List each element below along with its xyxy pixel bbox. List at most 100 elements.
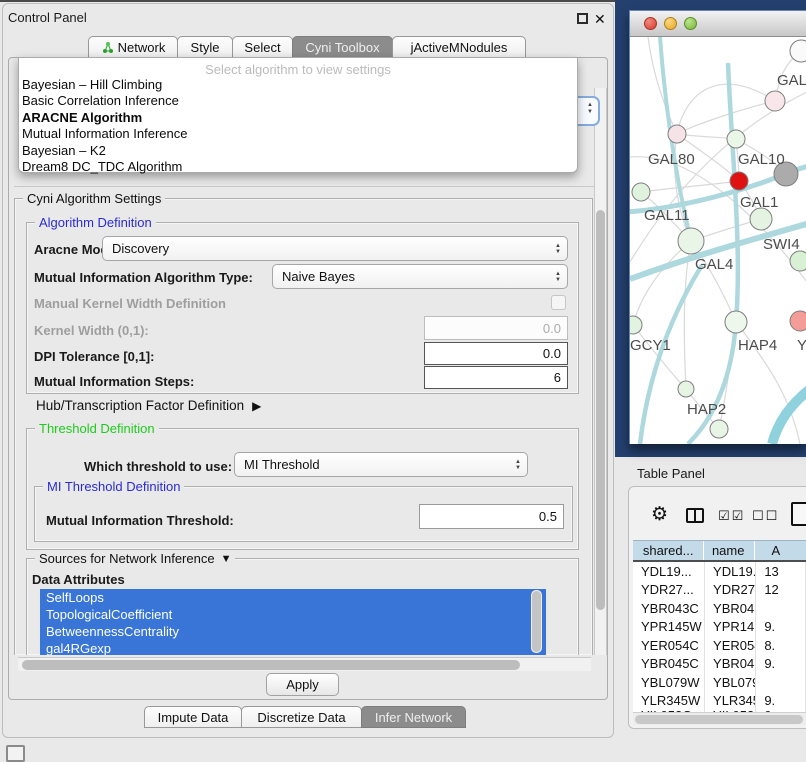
- node-attribute-table[interactable]: shared... name A YDL19... YDL19... 13 YD…: [633, 540, 806, 720]
- hub-tf-section-toggle[interactable]: Hub/Transcription Factor Definition ▶: [36, 398, 261, 413]
- node-salmon[interactable]: [790, 311, 806, 331]
- cell[interactable]: [756, 673, 806, 692]
- mi-steps-field[interactable]: 6: [424, 366, 568, 389]
- list-scrollbar[interactable]: [531, 590, 542, 653]
- tab-style[interactable]: Style: [177, 36, 233, 58]
- algo-item-bayesian-hill[interactable]: Bayesian – Hill Climbing: [19, 77, 577, 93]
- cell[interactable]: YBR045C: [633, 655, 705, 674]
- node-gal10[interactable]: [727, 130, 745, 148]
- scrollbar-thumb[interactable]: [596, 210, 605, 610]
- tab-network[interactable]: Network: [88, 36, 178, 58]
- collapsed-panel-icon[interactable]: [6, 745, 25, 762]
- table-row[interactable]: YBL079W YBL079W: [633, 673, 806, 692]
- aracne-mode-select[interactable]: Discovery ▲▼: [102, 236, 568, 261]
- settings-horizontal-scrollbar[interactable]: [18, 657, 591, 671]
- algo-item-dream8[interactable]: Dream8 DC_TDC Algorithm: [19, 159, 577, 175]
- node-gal-partial[interactable]: [765, 91, 785, 111]
- cell[interactable]: YPR145W: [705, 618, 756, 637]
- tab-cyni-toolbox[interactable]: Cyni Toolbox: [292, 36, 393, 58]
- sources-header[interactable]: Sources for Network Inference ▼: [35, 551, 235, 566]
- table-row[interactable]: YDL19... YDL19... 13: [633, 562, 806, 581]
- node-gal4[interactable]: [678, 228, 704, 254]
- algo-item-mutual-information[interactable]: Mutual Information Inference: [19, 126, 577, 142]
- table-row[interactable]: YER054C YER054C 8.: [633, 636, 806, 655]
- cell[interactable]: YBR043C: [633, 599, 705, 618]
- scrollbar-thumb[interactable]: [532, 591, 541, 652]
- table-row[interactable]: YBR045C YBR045C 9.: [633, 655, 806, 674]
- apply-button[interactable]: Apply: [266, 673, 339, 696]
- table-row[interactable]: YDR27... YDR27... 12: [633, 581, 806, 600]
- node-green-edge[interactable]: [790, 251, 806, 271]
- node-gal11[interactable]: [632, 183, 650, 201]
- tab-impute-data[interactable]: Impute Data: [144, 706, 242, 728]
- column-header[interactable]: A: [755, 541, 806, 560]
- cell[interactable]: YBL079W: [705, 673, 756, 692]
- cell[interactable]: 12: [756, 581, 806, 600]
- cell[interactable]: YDR27...: [633, 581, 705, 600]
- cell[interactable]: YDR27...: [705, 581, 756, 600]
- cell[interactable]: 9.: [756, 655, 806, 674]
- zoom-traffic-light-icon[interactable]: [684, 17, 697, 30]
- mi-threshold-field[interactable]: 0.5: [419, 504, 564, 529]
- split-table-icon[interactable]: [686, 508, 704, 523]
- node-gal1[interactable]: [750, 208, 772, 230]
- list-item[interactable]: SelfLoops: [40, 589, 546, 606]
- tab-infer-network[interactable]: Infer Network: [361, 706, 466, 728]
- scrollbar-thumb[interactable]: [22, 660, 520, 670]
- tab-jactivemnodules[interactable]: jActiveMNodules: [392, 36, 526, 58]
- cell[interactable]: YLR345W: [633, 692, 705, 711]
- tab-select[interactable]: Select: [232, 36, 293, 58]
- network-view-window[interactable]: GAL GAL80 GAL10 GAL1 GAL11 SWI4 GAL4 GCY…: [629, 10, 806, 444]
- select-all-checkboxes-icon[interactable]: ☑☑: [718, 508, 745, 524]
- cell[interactable]: YER054C: [705, 636, 756, 655]
- cell[interactable]: [756, 599, 806, 618]
- cell[interactable]: YBR045C: [705, 655, 756, 674]
- close-icon[interactable]: ✕: [594, 12, 606, 26]
- algo-item-bayesian-k2[interactable]: Bayesian – K2: [19, 143, 577, 159]
- cell[interactable]: 8.: [756, 636, 806, 655]
- cell[interactable]: YDL19...: [705, 562, 756, 581]
- minimize-traffic-light-icon[interactable]: [664, 17, 677, 30]
- column-header[interactable]: shared...: [633, 541, 704, 560]
- table-row[interactable]: YBR043C YBR043C: [633, 599, 806, 618]
- node-gal80[interactable]: [668, 125, 686, 143]
- scrollbar-thumb[interactable]: [635, 715, 803, 724]
- mi-type-select[interactable]: Naive Bayes ▲▼: [272, 264, 568, 289]
- cell[interactable]: YER054C: [633, 636, 705, 655]
- algo-item-basic-correlation[interactable]: Basic Correlation Inference: [19, 93, 577, 109]
- list-item[interactable]: TopologicalCoefficient: [40, 606, 546, 623]
- cell[interactable]: YBR043C: [705, 599, 756, 618]
- data-attributes-list[interactable]: SelfLoops TopologicalCoefficient Between…: [40, 589, 546, 655]
- cell[interactable]: YDL19...: [633, 562, 705, 581]
- list-item[interactable]: BetweennessCentrality: [40, 623, 546, 640]
- node-hap2[interactable]: [678, 381, 694, 397]
- tab-discretize-data[interactable]: Discretize Data: [241, 706, 362, 728]
- node-bottom[interactable]: [710, 420, 728, 438]
- network-window-titlebar[interactable]: [630, 11, 806, 37]
- gear-icon[interactable]: ⚙: [651, 503, 668, 526]
- column-header[interactable]: name: [704, 541, 755, 560]
- node-hap4[interactable]: [725, 311, 747, 333]
- kernel-width-field[interactable]: 0.0: [424, 316, 568, 340]
- node-red[interactable]: [730, 172, 748, 190]
- algo-item-aracne[interactable]: ARACNE Algorithm: [19, 110, 577, 126]
- which-threshold-select[interactable]: MI Threshold ▲▼: [234, 452, 528, 477]
- table-row[interactable]: YLR345W YLR345W 9.: [633, 692, 806, 711]
- cell[interactable]: 9.: [756, 692, 806, 711]
- node-gcy1[interactable]: [630, 316, 642, 334]
- manual-kernel-checkbox[interactable]: [551, 295, 566, 310]
- cell[interactable]: YPR145W: [633, 618, 705, 637]
- cell[interactable]: 9.: [756, 618, 806, 637]
- deselect-all-checkboxes-icon[interactable]: ☐☐: [752, 508, 779, 524]
- table-row[interactable]: YPR145W YPR145W 9.: [633, 618, 806, 637]
- network-canvas[interactable]: GAL GAL80 GAL10 GAL1 GAL11 SWI4 GAL4 GCY…: [630, 37, 806, 444]
- cell[interactable]: 13: [756, 562, 806, 581]
- settings-vertical-scrollbar[interactable]: [594, 88, 607, 655]
- float-panel-icon[interactable]: [577, 13, 588, 24]
- dpi-tolerance-field[interactable]: 0.0: [424, 342, 568, 365]
- cell[interactable]: YBL079W: [633, 673, 705, 692]
- list-item[interactable]: gal4RGexp: [40, 640, 546, 655]
- close-traffic-light-icon[interactable]: [644, 17, 657, 30]
- table-header-row[interactable]: shared... name A: [633, 540, 806, 562]
- table-horizontal-scrollbar[interactable]: [633, 712, 806, 725]
